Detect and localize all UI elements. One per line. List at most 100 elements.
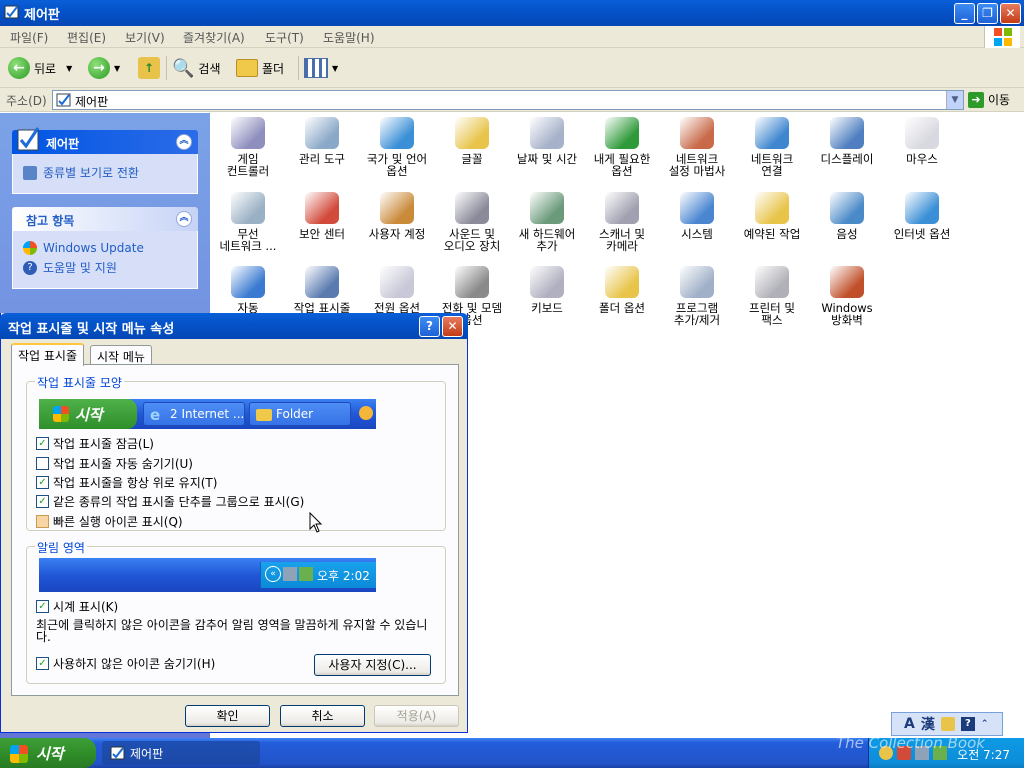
checkbox-box[interactable]: ✓ <box>36 600 49 613</box>
menu-file[interactable]: 파일(F) <box>10 29 48 46</box>
menu-tools[interactable]: 도구(T) <box>265 29 304 46</box>
help-button[interactable]: ? <box>419 316 440 337</box>
control-panel-item[interactable]: 사운드 및 오디오 장치 <box>434 192 510 252</box>
go-button[interactable]: ➜ 이동 <box>968 91 1010 108</box>
see-also-panel: 참고 항목 ︽ Windows Update ? 도움말 및 지원 <box>12 207 198 289</box>
input-mode-a[interactable]: A <box>904 716 915 732</box>
ime-pad-icon[interactable] <box>940 717 955 731</box>
control-panel-item[interactable]: 보안 센터 <box>284 192 360 240</box>
hardware-icon <box>299 567 313 581</box>
apply-button[interactable]: 적용(A) <box>374 705 459 727</box>
views-button[interactable]: ▼ <box>304 56 338 80</box>
control-panel-item[interactable]: 마우스 <box>884 117 960 165</box>
control-panel-item[interactable]: Windows 방화벽 <box>809 266 885 326</box>
options-icon[interactable]: ⌃ <box>981 719 989 729</box>
customize-button[interactable]: 사용자 지정(C)... <box>314 654 431 676</box>
control-panel-item-icon <box>905 117 939 149</box>
checkbox-box[interactable]: ✓ <box>36 657 49 670</box>
group-buttons-checkbox[interactable]: ✓ 같은 종류의 작업 표시줄 단추를 그룹으로 표시(G) <box>36 493 304 510</box>
chevron-down-icon[interactable]: ▼ <box>114 64 120 73</box>
control-panel-item-icon <box>231 266 265 298</box>
menu-help[interactable]: 도움말(H) <box>323 29 375 46</box>
panel-header[interactable]: 제어판 ︽ <box>12 127 198 154</box>
close-button[interactable]: ✕ <box>1000 3 1021 24</box>
quick-launch-checkbox[interactable]: 빠른 실행 아이콘 표시(Q) <box>36 513 183 530</box>
control-panel-item[interactable]: 폴더 옵션 <box>584 266 660 314</box>
control-panel-item[interactable]: 관리 도구 <box>284 117 360 165</box>
help-support-link[interactable]: ? 도움말 및 지원 <box>23 259 187 276</box>
up-folder-button[interactable]: ↑ <box>138 56 160 80</box>
control-panel-item[interactable]: 인터넷 옵션 <box>884 192 960 240</box>
language-bar[interactable]: A 漢 ? ⌃ <box>891 712 1003 736</box>
control-panel-icon <box>110 746 125 760</box>
folders-button[interactable]: 폴더 <box>236 56 284 80</box>
control-panel-item[interactable]: 네트워크 설정 마법사 <box>659 117 735 177</box>
checkbox-box[interactable]: ✓ <box>36 495 49 508</box>
start-button[interactable]: 시작 <box>0 738 96 768</box>
control-panel-item[interactable]: 무선 네트워크 ... <box>210 192 286 252</box>
control-panel-item[interactable]: 키보드 <box>509 266 585 314</box>
checkbox-box[interactable] <box>36 457 49 470</box>
tab-start-menu[interactable]: 시작 메뉴 <box>90 345 152 365</box>
keep-on-top-checkbox[interactable]: ✓ 작업 표시줄을 항상 위로 유지(T) <box>36 474 217 491</box>
control-panel-item[interactable]: 자동 <box>210 266 286 314</box>
ok-button[interactable]: 확인 <box>185 705 270 727</box>
checkbox-box[interactable]: ✓ <box>36 476 49 489</box>
collapse-icon[interactable]: ︽ <box>176 211 192 227</box>
control-panel-item[interactable]: 내게 필요한 옵션 <box>584 117 660 177</box>
checkbox-box[interactable]: ✓ <box>36 437 49 450</box>
dialog-titlebar[interactable]: 작업 표시줄 및 시작 메뉴 속성 ? ✕ <box>0 313 468 339</box>
checkbox-box[interactable] <box>36 515 49 528</box>
control-panel-item[interactable]: 사용자 계정 <box>359 192 435 240</box>
control-panel-item[interactable]: 디스플레이 <box>809 117 885 165</box>
lock-taskbar-checkbox[interactable]: ✓ 작업 표시줄 잠금(L) <box>36 435 154 452</box>
control-panel-item[interactable]: 네트워크 연결 <box>734 117 810 177</box>
control-panel-item[interactable]: 국가 및 언어 옵션 <box>359 117 435 177</box>
control-panel-item[interactable]: 전원 옵션 <box>359 266 435 314</box>
item-label: 디스플레이 <box>820 152 874 166</box>
internet-explorer-icon: e <box>150 406 161 424</box>
hanja-mode[interactable]: 漢 <box>921 714 935 734</box>
control-panel-item[interactable]: 프로그램 추가/제거 <box>659 266 735 326</box>
forward-button[interactable]: → ▼ <box>88 56 120 80</box>
restore-button[interactable]: ❐ <box>977 3 998 24</box>
tab-taskbar[interactable]: 작업 표시줄 <box>11 343 85 366</box>
control-panel-item[interactable]: 프린터 및 팩스 <box>734 266 810 326</box>
window-titlebar[interactable]: 제어판 _ ❐ ✕ <box>0 0 1024 26</box>
address-dropdown[interactable]: ▼ <box>946 91 963 109</box>
menu-favorites[interactable]: 즐겨찾기(A) <box>183 29 245 46</box>
back-button[interactable]: ← 뒤로 ▼ <box>8 56 72 80</box>
close-button[interactable]: ✕ <box>442 316 463 337</box>
hide-inactive-icons-checkbox[interactable]: ✓ 사용하지 않은 아이콘 숨기기(H) <box>36 655 215 672</box>
panel-header[interactable]: 참고 항목 ︽ <box>12 207 198 231</box>
control-panel-item-icon <box>830 192 864 224</box>
chevron-down-icon[interactable]: ▼ <box>66 64 72 73</box>
control-panel-item[interactable]: 새 하드웨어 추가 <box>509 192 585 252</box>
item-label: 음성 <box>836 227 858 241</box>
control-panel-item[interactable]: 게임 컨트롤러 <box>210 117 286 177</box>
windows-update-link[interactable]: Windows Update <box>23 241 187 255</box>
collapse-icon[interactable]: ︽ <box>176 134 192 150</box>
taskbar-properties-dialog: 작업 표시줄 및 시작 메뉴 속성 ? ✕ 작업 표시줄 시작 메뉴 작업 표시… <box>0 313 468 733</box>
control-panel-item[interactable]: 글꼴 <box>434 117 510 165</box>
help-icon[interactable]: ? <box>960 717 975 731</box>
minimize-button[interactable]: _ <box>954 3 975 24</box>
go-label: 이동 <box>988 93 1011 107</box>
address-input[interactable]: 제어판 ▼ <box>52 90 964 110</box>
control-panel-item[interactable]: 시스템 <box>659 192 735 240</box>
control-panel-item[interactable]: 스캐너 및 카메라 <box>584 192 660 252</box>
search-button[interactable]: 🔍 검색 <box>172 56 221 80</box>
control-panel-item[interactable]: 작업 표시줄 <box>284 266 360 314</box>
autohide-taskbar-checkbox[interactable]: 작업 표시줄 자동 숨기기(U) <box>36 455 193 472</box>
taskbar-item-control-panel[interactable]: 제어판 <box>102 741 260 765</box>
control-panel-item[interactable]: 예약된 작업 <box>734 192 810 240</box>
control-panel-item[interactable]: 날짜 및 시간 <box>509 117 585 165</box>
menu-edit[interactable]: 편집(E) <box>67 29 106 46</box>
show-clock-checkbox[interactable]: ✓ 시계 표시(K) <box>36 598 118 615</box>
menu-view[interactable]: 보기(V) <box>125 29 165 46</box>
switch-category-view-link[interactable]: 종류별 보기로 전환 <box>23 164 187 181</box>
chevron-down-icon[interactable]: ▼ <box>332 64 338 73</box>
search-icon: 🔍 <box>172 57 195 79</box>
cancel-button[interactable]: 취소 <box>280 705 365 727</box>
control-panel-item[interactable]: 음성 <box>809 192 885 240</box>
